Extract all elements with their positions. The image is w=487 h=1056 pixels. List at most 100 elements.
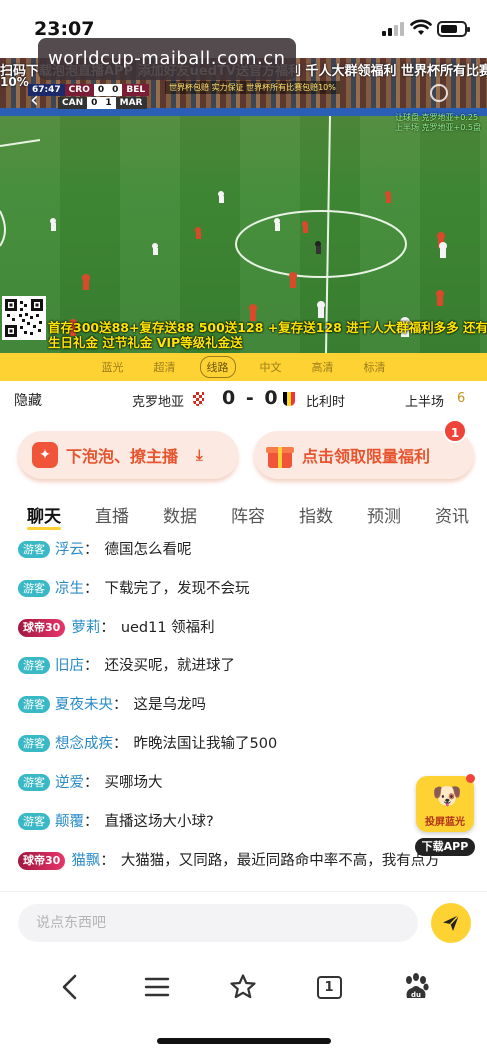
chat-username[interactable]: 想念成疾 (55, 733, 113, 755)
tab-live[interactable]: 直播 (95, 502, 129, 527)
chat-message: 游客 颠覆： 直播这场大小球? (18, 811, 214, 833)
chat-text: 还没买呢，就进球了 (104, 658, 236, 674)
quality-option-active[interactable]: 线路 (199, 356, 236, 378)
dog-mascot-icon: 🐶 (432, 782, 462, 810)
baidu-button[interactable]: du (394, 965, 438, 1009)
match-bar: 隐藏 克罗地亚 0 - 0 比利时 上半场 6 (0, 381, 487, 419)
gift-icon (266, 442, 294, 468)
team-b-name: 比利时 (306, 395, 346, 410)
vip-tag: 球帝30 (18, 852, 66, 870)
quality-option[interactable]: 中文 (254, 357, 288, 377)
chat-message: 游客 凉生： 下载完了，发现不会玩 (18, 578, 250, 600)
user-tag: 游客 (18, 541, 50, 558)
quality-option[interactable]: 蓝光 (96, 357, 130, 377)
chat-username[interactable]: 萝莉 (71, 617, 100, 639)
chat-message: 游客 旧店： 还没买呢，就进球了 (18, 655, 235, 677)
tab-data[interactable]: 数据 (163, 502, 197, 527)
match-period-number: 6 (457, 391, 466, 406)
watermark-label: worldcup-maiball.com.cn (38, 38, 296, 80)
home-indicator (157, 1038, 331, 1044)
cast-app-promo[interactable]: 🐶 投屏蓝光 下载APP (413, 774, 477, 856)
tab-index[interactable]: 指数 (299, 502, 333, 527)
chat-username[interactable]: 夏夜未央 (55, 694, 113, 716)
odds-info: 让球盘 克罗地亚+0.25 上半场 克罗地亚+0.5盘 (395, 113, 481, 133)
user-tag: 游客 (18, 813, 50, 830)
notification-badge: 1 (443, 419, 467, 443)
svg-text:du: du (411, 991, 421, 999)
scorebug-away: BEL (122, 84, 150, 96)
chat-text: 昨晚法国让我输了500 (133, 736, 278, 752)
browser-toolbar: 1 du (0, 953, 487, 1056)
quality-option[interactable]: 高清 (306, 357, 340, 377)
user-tag: 游客 (18, 735, 50, 752)
chat-message: 游客 夏夜未央： 这是乌龙吗 (18, 694, 206, 716)
scorebug-away-score: 0 (108, 84, 123, 96)
cast-app-tile[interactable]: 🐶 投屏蓝光 (416, 776, 474, 832)
content-tabs: 聊天 直播 数据 阵容 指数 预测 资讯 (0, 489, 487, 535)
belgium-flag-icon (283, 392, 295, 406)
chat-text: 下载完了，发现不会玩 (104, 581, 250, 597)
claim-bonus-button[interactable]: 点击领取限量福利 (254, 431, 474, 479)
user-tag: 游客 (18, 580, 50, 597)
hide-button[interactable]: 隐藏 (14, 390, 42, 410)
tab-news[interactable]: 资讯 (435, 502, 469, 527)
download-app-button[interactable]: 下载APP (415, 838, 475, 856)
promo-red-dot (466, 774, 475, 783)
download-bubble-label: 下泡泡、撩主播 (66, 447, 179, 466)
tabs-button[interactable]: 1 (307, 965, 351, 1009)
chat-input-bar (0, 891, 487, 953)
chat-username[interactable]: 颠覆 (55, 811, 84, 833)
chat-username[interactable]: 凉生 (55, 578, 84, 600)
battery-icon (437, 21, 470, 37)
scorebug-row2-score-a: 0 (87, 97, 102, 109)
promo-banner-text: 首存300送88+复存送88 500送128 +复存送128 进千人大群福利多多… (48, 320, 487, 350)
scorebug-home-score: 0 (93, 84, 109, 96)
menu-button[interactable] (135, 965, 179, 1009)
scorebug-home: CRO (64, 84, 94, 96)
send-button[interactable] (431, 903, 471, 943)
chat-text: 直播这场大小球? (104, 814, 214, 830)
tab-count: 1 (316, 975, 342, 999)
chat-username[interactable]: 旧店 (55, 655, 84, 677)
quality-option[interactable]: 超清 (148, 357, 182, 377)
chat-message: 游客 想念成疾： 昨晚法国让我输了500 (18, 733, 277, 755)
scorebug-row2-score-b: 1 (101, 97, 116, 109)
user-tag: 游客 (18, 774, 50, 791)
share-icon[interactable] (430, 84, 448, 102)
quality-selector: 蓝光 超清 线路 中文 高清 标清 (0, 353, 487, 381)
tab-chat[interactable]: 聊天 (27, 502, 61, 527)
chat-username[interactable]: 猫飘 (71, 850, 100, 872)
tab-prediction[interactable]: 预测 (367, 502, 401, 527)
match-period: 上半场 (405, 395, 445, 410)
favorite-button[interactable] (221, 965, 265, 1009)
chat-text: 这是乌龙吗 (133, 697, 207, 713)
back-button[interactable] (48, 965, 92, 1009)
chevron-left-icon (62, 974, 77, 1000)
user-tag: 游客 (18, 696, 50, 713)
odds-line: 让球盘 克罗地亚+0.25 (395, 113, 479, 122)
croatia-flag-icon (193, 392, 204, 406)
tab-lineup[interactable]: 阵容 (231, 502, 265, 527)
chat-input[interactable] (18, 904, 418, 942)
chat-text: 买哪场大 (104, 775, 163, 791)
chat-text: ued11 领福利 (120, 620, 215, 636)
baidu-paw-icon: du (406, 973, 429, 999)
video-player[interactable]: 扫码下载泡泡直播APP 添加好友uedTV送官方福利 千人大群领福利 世界杯所有… (0, 58, 487, 353)
stream-overlay-text-2: 10% (0, 75, 29, 89)
active-tab-indicator (27, 527, 61, 530)
chat-message: 球帝30 猫飘： 大猫猫，又同路，最近同路命中率不高，我有点方 (18, 850, 463, 872)
chat-username[interactable]: 浮云 (55, 539, 84, 561)
download-icon: ⤓ (196, 446, 203, 464)
chat-username[interactable]: 逆爱 (55, 772, 84, 794)
match-score: 0 - 0 (222, 387, 280, 409)
qr-code (2, 296, 46, 340)
quality-option[interactable]: 标清 (358, 357, 392, 377)
action-buttons: ✦ 下泡泡、撩主播 ⤓ 点击领取限量福利 1 (0, 419, 487, 489)
app-root: 23:07 千人大群领福利 世界杯所有比赛 10% 67:47 CRO 0 0 … (0, 0, 487, 1056)
stream-ad-strip: 世界杯包赔 实力保证 世界杯所有比赛包赔10% (165, 81, 340, 94)
claim-bonus-label: 点击领取限量福利 (302, 447, 431, 466)
chat-text: 德国怎么看呢 (104, 542, 192, 558)
download-bubble-button[interactable]: ✦ 下泡泡、撩主播 ⤓ (18, 431, 238, 479)
team-a-name: 克罗地亚 (132, 395, 185, 410)
back-icon[interactable]: ‹ (30, 88, 39, 113)
